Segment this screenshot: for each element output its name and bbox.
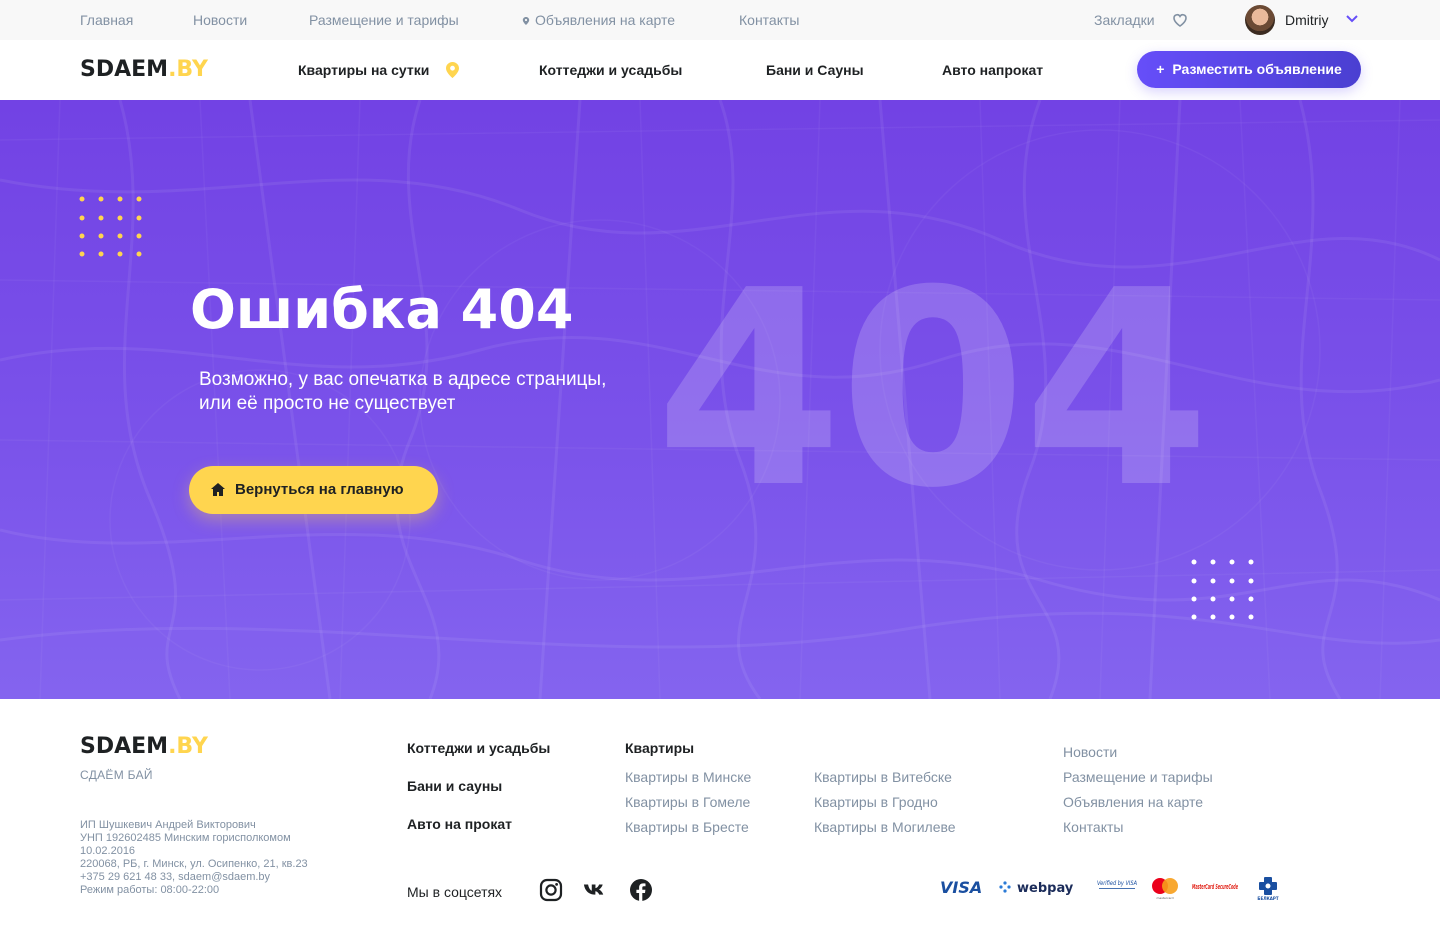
map-pin-icon: [446, 62, 459, 78]
footer-link-contacts[interactable]: Контакты: [1063, 819, 1123, 835]
logo-accent: .BY: [168, 57, 208, 82]
legal-line: +375 29 621 48 33, sdaem@sdaem.by: [80, 871, 271, 883]
top-link-pricing[interactable]: Размещение и тарифы: [309, 12, 459, 28]
nav-saunas[interactable]: Бани и Сауны: [766, 62, 864, 78]
footer-link-map[interactable]: Объявления на карте: [1063, 794, 1203, 810]
legal-line: ИП Шушкевич Андрей Викторович: [80, 819, 256, 831]
footer-link-pricing[interactable]: Размещение и тарифы: [1063, 769, 1213, 785]
webpay-logo: webpay: [999, 881, 1074, 896]
home-icon: [211, 483, 225, 496]
footer-link-cottages[interactable]: Коттеджи и усадьбы: [407, 740, 550, 756]
legal-line: 10.02.2016: [80, 845, 136, 857]
footer-apartment-link[interactable]: Квартиры в Бресте: [625, 819, 749, 835]
mastercard-logo: mastercard: [1152, 878, 1178, 900]
error-subtitle: Возможно, у вас опечатка в адресе страни…: [199, 369, 607, 414]
post-ad-button[interactable]: + Разместить объявление: [1137, 51, 1361, 88]
site-logo[interactable]: SDAEM.BY: [80, 58, 208, 82]
belkart-logo-text: БЕЛКАРТ: [1257, 896, 1278, 901]
heart-icon[interactable]: [1172, 12, 1188, 28]
nav-car-rental[interactable]: Авто напрокат: [942, 62, 1043, 78]
facebook-icon[interactable]: [629, 878, 653, 902]
footer-apartment-link[interactable]: Квартиры в Гродно: [814, 794, 938, 810]
nav-apartments[interactable]: Квартиры на сутки: [298, 62, 429, 78]
back-home-label: Вернуться на главную: [235, 481, 404, 498]
bookmarks-link[interactable]: Закладки: [1094, 12, 1155, 28]
social-label: Мы в соцсетях: [407, 884, 503, 900]
back-home-button[interactable]: Вернуться на главную: [189, 466, 438, 514]
top-bar: Главная Новости Размещение и тарифы Объя…: [0, 0, 1440, 40]
verified-by-visa-logo: Verified by VISA: [1097, 880, 1137, 889]
error-title: Ошибка 404: [190, 278, 574, 341]
plus-icon: +: [1156, 61, 1165, 77]
footer-apartment-link[interactable]: Квартиры в Витебске: [814, 769, 952, 785]
map-pin-icon: [522, 17, 530, 25]
top-link-map[interactable]: Объявления на карте: [522, 12, 675, 28]
footer-logo[interactable]: SDAEM.BY: [80, 735, 208, 759]
footer-logo-text: SDAEM: [80, 734, 169, 759]
footer-link-car-rental[interactable]: Авто на прокат: [407, 816, 512, 832]
footer-apartment-link[interactable]: Квартиры в Гомеле: [625, 794, 750, 810]
big-404-watermark: 404: [655, 232, 1211, 547]
mastercard-securecode-logo: MasterCard SecureCode: [1192, 883, 1238, 891]
footer-link-saunas[interactable]: Бани и сауны: [407, 778, 502, 794]
top-link-contacts[interactable]: Контакты: [739, 12, 799, 28]
vk-icon[interactable]: [583, 878, 607, 902]
main-header: SDAEM.BY Квартиры на сутки Коттеджи и ус…: [0, 40, 1440, 100]
verified-by-visa-text: Verified by VISA: [1097, 880, 1137, 887]
mastercard-logo-text: mastercard: [1156, 896, 1173, 900]
webpay-logo-text: webpay: [1017, 881, 1074, 896]
top-link-home[interactable]: Главная: [80, 12, 133, 28]
securecode-logo-text: MasterCard SecureCode: [1192, 883, 1238, 891]
top-link-map-label: Объявления на карте: [535, 12, 676, 28]
legal-line: 220068, РБ, г. Минск, ул. Осипенко, 21, …: [80, 858, 308, 870]
logo-text: SDAEM: [80, 57, 169, 82]
username[interactable]: Dmitriy: [1285, 12, 1329, 28]
nav-cottages[interactable]: Коттеджи и усадьбы: [539, 62, 682, 78]
decor-dots-white: [1191, 559, 1254, 620]
visa-logo: VISA: [940, 878, 982, 897]
error-hero: Ошибка 404 Возможно, у вас опечатка в ад…: [0, 100, 1440, 699]
top-link-news[interactable]: Новости: [193, 12, 247, 28]
chevron-down-icon[interactable]: [1345, 14, 1359, 24]
legal-line: УНП 192602485 Минским горисполкомом: [80, 832, 291, 844]
instagram-icon[interactable]: [539, 878, 563, 902]
footer-apartment-link[interactable]: Квартиры в Минске: [625, 769, 751, 785]
footer-link-news[interactable]: Новости: [1063, 744, 1117, 760]
footer-apartment-link[interactable]: Квартиры в Могилеве: [814, 819, 956, 835]
footer: SDAEM.BY СДАЁМ БАЙ ИП Шушкевич Андрей Ви…: [0, 699, 1440, 949]
legal-info: ИП Шушкевич Андрей Викторович УНП 192602…: [80, 819, 360, 897]
footer-tagline: СДАЁМ БАЙ: [80, 768, 153, 782]
footer-logo-accent: .BY: [168, 734, 208, 759]
user-avatar[interactable]: [1245, 5, 1275, 35]
legal-line: Режим работы: 08:00-22:00: [80, 884, 220, 896]
belkart-logo: БЕЛКАРТ: [1257, 877, 1279, 901]
visa-logo-text: VISA: [940, 878, 982, 897]
decor-dots-yellow: [79, 196, 142, 257]
footer-apartments-title[interactable]: Квартиры: [625, 740, 694, 756]
post-ad-label: Разместить объявление: [1172, 61, 1342, 77]
